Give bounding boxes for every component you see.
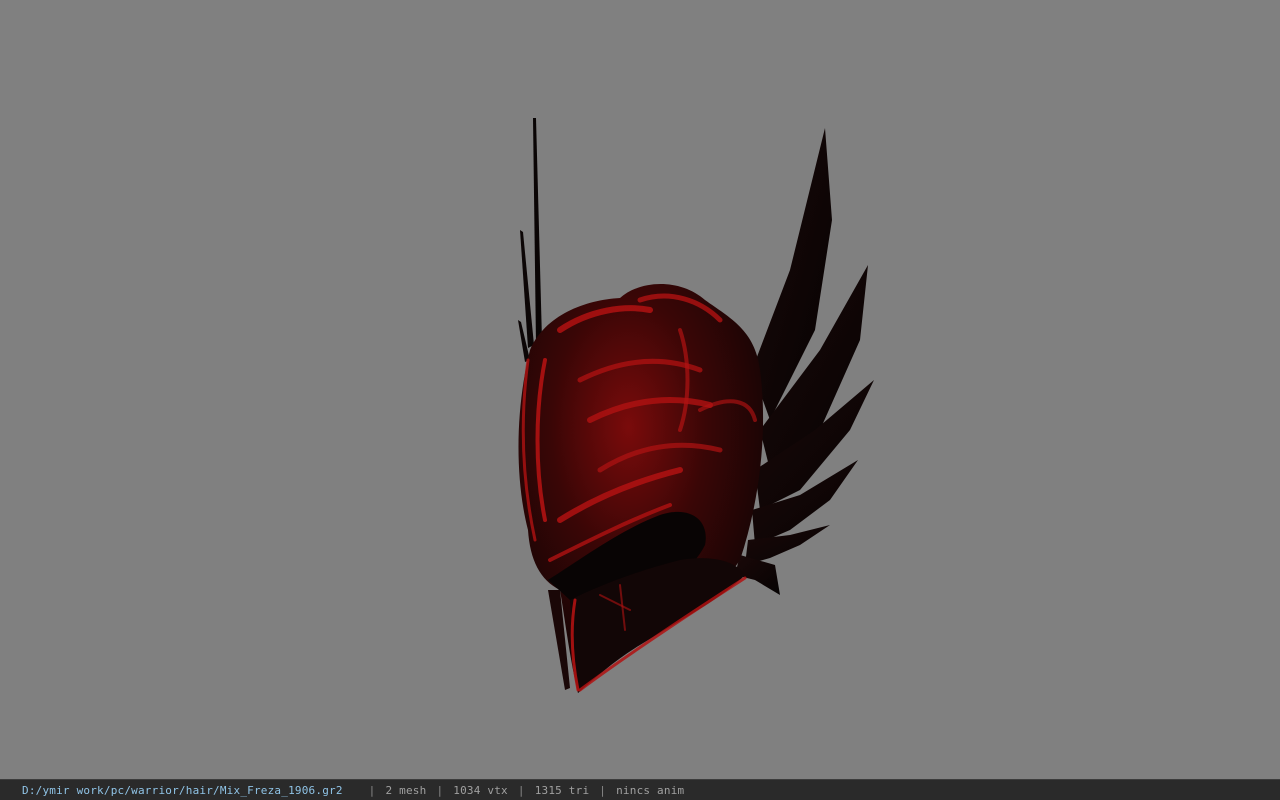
helmet-spikes <box>518 118 542 362</box>
separator: | <box>368 783 376 797</box>
separator: | <box>436 783 444 797</box>
vertex-count: 1034 vtx <box>453 783 508 797</box>
file-path: D:/ymir work/pc/warrior/hair/Mix_Freza_1… <box>22 783 343 797</box>
winged-helmet-model[interactable] <box>0 0 1280 779</box>
helmet-body <box>518 284 764 693</box>
model-viewport[interactable] <box>0 0 1280 779</box>
triangle-count: 1315 tri <box>534 783 590 797</box>
status-bar: D:/ymir work/pc/warrior/hair/Mix_Freza_1… <box>0 779 1280 800</box>
separator: | <box>599 783 607 797</box>
separator: | <box>517 783 525 797</box>
animation-status: nincs anim <box>616 783 685 797</box>
mesh-count: 2 mesh <box>385 783 427 797</box>
